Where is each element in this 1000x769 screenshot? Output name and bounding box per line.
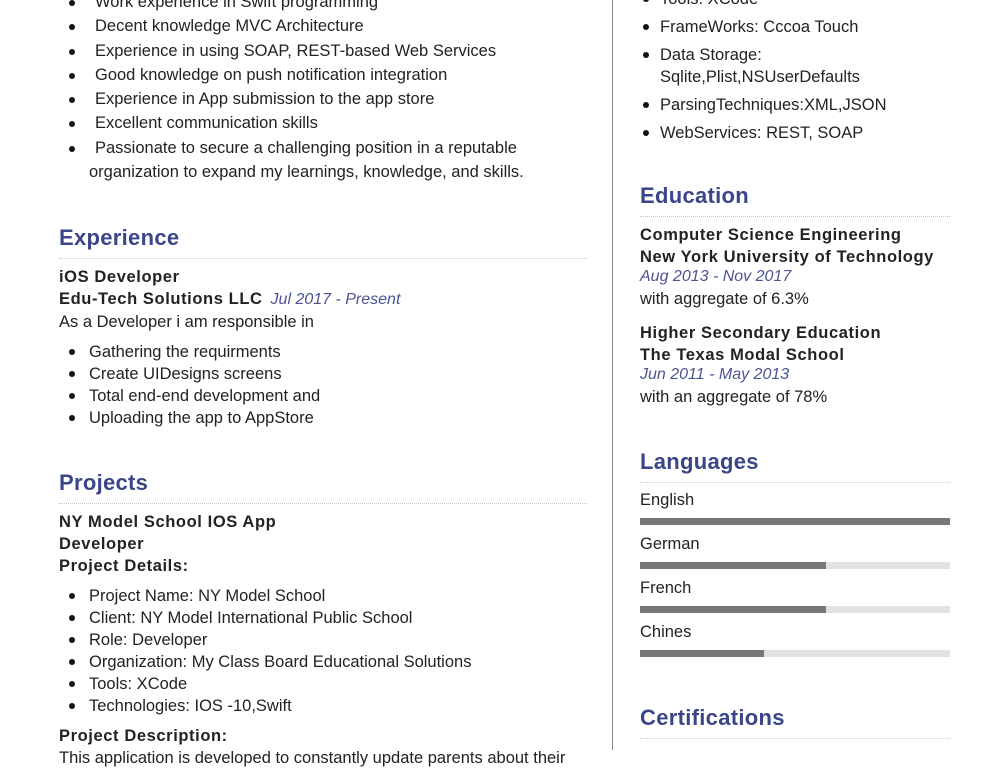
language-name: Chines (640, 623, 692, 641)
project-description: This application is developed to constan… (59, 749, 566, 768)
language-level-bar (640, 518, 950, 525)
project-role: Developer (59, 535, 145, 554)
job-dates: Jul 2017 - Present (270, 291, 401, 309)
education-degree: Higher Secondary Education (640, 324, 882, 342)
list-item: Uploading the app to AppStore (59, 407, 587, 429)
list-item: Technologies: IOS -10,Swift (59, 695, 587, 717)
list-item: Role: Developer (59, 629, 587, 651)
project-description-label: Project Description: (59, 727, 228, 746)
section-title-experience: Experience (59, 225, 180, 251)
language-name: German (640, 535, 700, 553)
list-item: Project Name: NY Model School (59, 585, 587, 607)
language-name: French (640, 579, 692, 597)
list-item-line: Passionate to secure a challenging posit… (95, 138, 517, 157)
job-role: iOS Developer (59, 268, 180, 287)
summary-list: Work experience in Swift programming Dec… (59, 0, 587, 184)
list-item: Data Storage: Sqlite,Plist,NSUserDefault… (640, 44, 950, 88)
language-level-bar (640, 606, 950, 613)
education-degree: Computer Science Engineering (640, 226, 902, 244)
language-item: Chines (640, 622, 950, 657)
column-divider (612, 0, 613, 750)
list-item: Good knowledge on push notification inte… (59, 63, 587, 87)
list-item: Gathering the requirments (59, 341, 587, 363)
section-divider (640, 482, 950, 483)
list-item-line: organization to expand my learnings, kno… (89, 163, 524, 182)
section-divider (640, 216, 950, 217)
list-item: Tools: XCode (640, 0, 950, 10)
education-dates: Aug 2013 - Nov 2017 (640, 268, 792, 285)
language-level-fill (640, 606, 826, 613)
job-company-line: Edu-Tech Solutions LLC Jul 2017 - Present (59, 288, 587, 311)
languages-list: English German French Chines (640, 490, 950, 657)
list-item: FrameWorks: Cccoa Touch (640, 16, 950, 38)
project-details: Project Name: NY Model School Client: NY… (59, 585, 587, 717)
language-name: English (640, 491, 695, 509)
section-title-languages: Languages (640, 449, 759, 474)
side-column: Tools: XCode FrameWorks: Cccoa Touch Dat… (640, 0, 950, 746)
education-school: New York University of Technology (640, 248, 934, 266)
language-level-bar (640, 650, 950, 657)
project-name: NY Model School IOS App (59, 513, 277, 532)
list-item: Decent knowledge MVC Architecture (59, 14, 587, 38)
section-title-education: Education (640, 183, 750, 208)
education-note: with an aggregate of 78% (640, 388, 828, 406)
main-column: Work experience in Swift programming Dec… (59, 0, 587, 769)
language-item: French (640, 578, 950, 613)
list-item: WebServices: REST, SOAP (640, 122, 950, 144)
section-title-projects: Projects (59, 470, 149, 496)
education-dates: Jun 2011 - May 2013 (640, 366, 790, 383)
job-intro: As a Developer i am responsible in (59, 313, 314, 332)
list-item: Client: NY Model International Public Sc… (59, 607, 587, 629)
education-entry: Higher Secondary Education The Texas Mod… (640, 322, 950, 408)
language-level-bar (640, 562, 950, 569)
list-item: Tools: XCode (59, 673, 587, 695)
section-divider (59, 258, 587, 260)
education-entry: Computer Science Engineering New York Un… (640, 224, 950, 310)
language-level-fill (640, 562, 826, 569)
list-item: Organization: My Class Board Educational… (59, 651, 587, 673)
section-title-certifications: Certifications (640, 705, 785, 730)
project-details-label: Project Details: (59, 557, 189, 576)
list-item: Total end-end development and (59, 385, 587, 407)
list-item: Create UIDesigns screens (59, 363, 587, 385)
list-item: ParsingTechniques:XML,JSON (640, 94, 950, 116)
list-item: Experience in App submission to the app … (59, 87, 587, 111)
language-item: English (640, 490, 950, 525)
language-level-fill (640, 650, 764, 657)
education-school: The Texas Modal School (640, 346, 845, 364)
list-item: Experience in using SOAP, REST-based Web… (59, 39, 587, 63)
language-item: German (640, 534, 950, 569)
job-company: Edu-Tech Solutions LLC (59, 290, 263, 309)
education-note: with aggregate of 6.3% (640, 290, 809, 308)
list-item: Passionate to secure a challenging posit… (59, 136, 587, 185)
list-item: Work experience in Swift programming (59, 0, 587, 14)
skills-list: Tools: XCode FrameWorks: Cccoa Touch Dat… (640, 0, 950, 144)
section-divider (59, 503, 587, 505)
list-item: Excellent communication skills (59, 111, 587, 135)
language-level-fill (640, 518, 950, 525)
section-divider (640, 738, 950, 739)
job-responsibilities: Gathering the requirments Create UIDesig… (59, 341, 587, 429)
